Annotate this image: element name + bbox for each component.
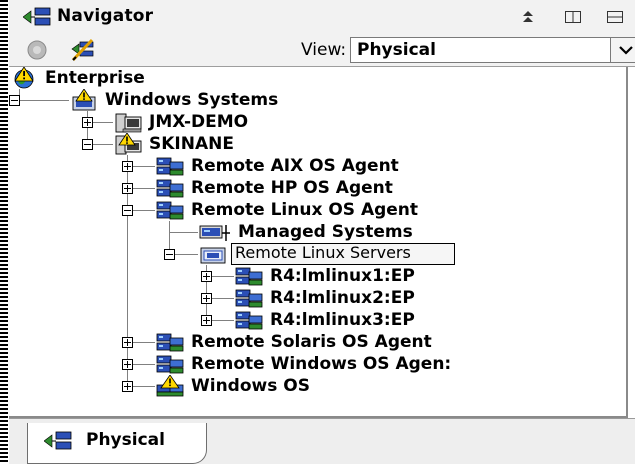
tree-node[interactable]: Windows OS <box>9 374 609 397</box>
expand-plus-icon[interactable] <box>122 381 133 392</box>
tree-node-label: Remote Windows OS Agen: <box>191 354 452 374</box>
expand-plus-icon[interactable] <box>201 293 212 304</box>
tree-node-label: Remote Linux Servers <box>235 243 411 262</box>
tree-node-label: R4:lmlinux2:EP <box>270 288 415 308</box>
tree-node-label: R4:lmlinux3:EP <box>270 310 415 330</box>
navigator-tree: Enterprise Windows Systems JMX-DEMO SKIN… <box>9 66 628 418</box>
tree-node-label: SKINANE <box>149 134 234 154</box>
tree-node-label: Enterprise <box>45 68 145 88</box>
tree-node-label: Windows OS <box>191 376 310 396</box>
tree-node[interactable]: Remote HP OS Agent <box>9 177 609 199</box>
tree-node[interactable]: Remote Linux OS Agent <box>9 199 609 221</box>
tree-node-label: JMX-DEMO <box>149 112 249 132</box>
tree-node[interactable]: Remote AIX OS Agent <box>9 155 609 177</box>
view-select[interactable]: Physical <box>350 37 635 63</box>
tree-connector-line <box>20 100 69 101</box>
tree-node[interactable]: Remote Windows OS Agen: <box>9 353 609 375</box>
tree-node[interactable]: R4:lmlinux3:EP <box>9 309 609 331</box>
tree-node-label: Remote Solaris OS Agent <box>191 332 432 352</box>
maximize-icon[interactable] <box>606 9 624 25</box>
tree-connector-line <box>212 320 234 321</box>
tree-node[interactable]: Remote Linux Servers <box>9 243 609 265</box>
collapse-minus-icon[interactable] <box>164 249 175 260</box>
tree-node[interactable]: R4:lmlinux1:EP <box>9 265 609 287</box>
expand-plus-icon[interactable] <box>122 337 133 348</box>
selected-node-highlight: Remote Linux Servers <box>231 243 455 265</box>
tree-connector-line <box>133 188 155 189</box>
tree-node-label: Windows Systems <box>105 90 279 110</box>
tree-node-label: Managed Systems <box>238 222 413 242</box>
bottom-tab-bar: Physical <box>9 418 635 464</box>
tree-connector-line <box>133 210 155 211</box>
collapse-minus-icon[interactable] <box>122 205 133 216</box>
edit-navigator-icon[interactable] <box>70 38 96 62</box>
tree-connector-line <box>212 298 234 299</box>
tree-connector-line <box>133 166 155 167</box>
tree-node-label: Remote HP OS Agent <box>191 178 393 198</box>
tree-connector-line <box>93 144 113 145</box>
tree-node[interactable]: JMX-DEMO <box>9 111 609 133</box>
view-label: View: <box>301 40 347 60</box>
expand-plus-icon[interactable] <box>122 161 133 172</box>
expand-plus-icon[interactable] <box>122 183 133 194</box>
tree-node-label: R4:lmlinux1:EP <box>270 266 415 286</box>
navigator-title-bar: Navigator <box>9 0 635 34</box>
agent-warning-icon <box>155 374 185 401</box>
tree-connector-line <box>133 386 155 387</box>
window-title: Navigator <box>57 6 154 26</box>
navigator-window: Navigator View: Physical Enterprise Wind… <box>0 0 635 464</box>
navigator-toolbar: View: Physical <box>9 33 635 67</box>
tree-node[interactable]: Enterprise <box>9 66 609 89</box>
expand-plus-icon[interactable] <box>82 117 93 128</box>
tree-node[interactable]: Remote Solaris OS Agent <box>9 331 609 353</box>
expand-plus-icon[interactable] <box>122 359 133 370</box>
tree-node-label: Remote Linux OS Agent <box>191 200 419 220</box>
chevron-down-icon <box>619 46 633 55</box>
window-left-edge <box>0 0 8 464</box>
tab-physical-label: Physical <box>86 430 165 450</box>
expand-plus-icon[interactable] <box>201 271 212 282</box>
restore-icon[interactable] <box>564 9 582 25</box>
tree-node[interactable]: SKINANE <box>9 132 609 155</box>
tree-connector-line <box>212 276 234 277</box>
collapse-minus-icon[interactable] <box>82 139 93 150</box>
dropdown-button[interactable] <box>610 38 635 62</box>
tree-connector-line <box>175 254 198 255</box>
navigator-view-icon <box>43 431 72 451</box>
stop-icon[interactable] <box>26 39 48 61</box>
view-select-value: Physical <box>357 40 436 60</box>
tree-node[interactable]: R4:lmlinux2:EP <box>9 287 609 309</box>
tree-node[interactable]: Windows Systems <box>9 88 609 111</box>
navigator-icon <box>22 7 51 27</box>
tree-node[interactable]: Managed Systems <box>9 221 609 243</box>
tree-connector-line <box>133 364 155 365</box>
collapse-minus-icon[interactable] <box>9 95 20 106</box>
tree-connector-line <box>93 122 113 123</box>
tab-physical[interactable]: Physical <box>27 423 207 464</box>
tree-node-label: Remote AIX OS Agent <box>191 156 399 176</box>
collapse-up-icon[interactable] <box>519 9 537 25</box>
tree-connector-line <box>133 342 155 343</box>
tree-connector-line <box>169 232 198 233</box>
expand-plus-icon[interactable] <box>201 315 212 326</box>
